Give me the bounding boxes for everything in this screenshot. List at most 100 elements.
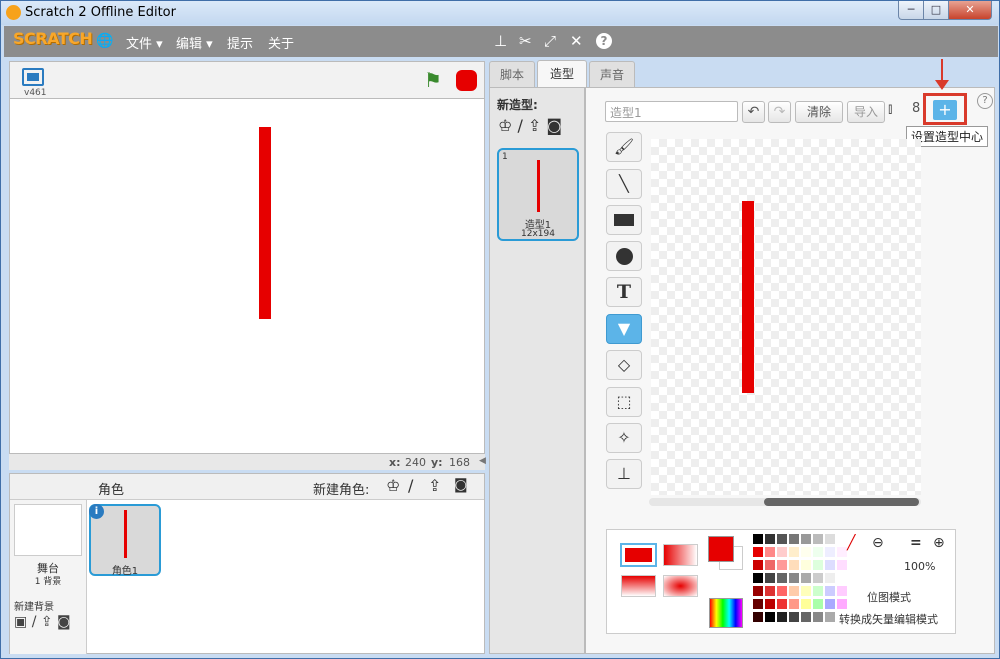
maximize-button[interactable]: □: [923, 1, 949, 20]
palette-swatch[interactable]: [777, 534, 787, 544]
palette-swatch[interactable]: [813, 599, 823, 609]
palette-swatch[interactable]: [813, 573, 823, 583]
paint-costume-icon[interactable]: /: [517, 116, 522, 135]
palette-swatch[interactable]: [765, 560, 775, 570]
stage-sprite-line[interactable]: [259, 127, 271, 319]
camera-sprite-icon[interactable]: ◙: [454, 477, 468, 493]
palette-swatch[interactable]: [789, 560, 799, 570]
paint-backdrop-icon[interactable]: /: [32, 614, 37, 630]
green-flag-icon[interactable]: ⚑: [424, 68, 442, 92]
palette-swatch[interactable]: [801, 586, 811, 596]
palette-swatch[interactable]: [813, 612, 823, 622]
camera-costume-icon[interactable]: ◙: [546, 116, 562, 135]
palette-swatch[interactable]: [813, 534, 823, 544]
cut-icon[interactable]: ✂: [519, 32, 532, 50]
import-button[interactable]: 导入: [847, 101, 885, 123]
palette-swatch[interactable]: [789, 586, 799, 596]
globe-icon[interactable]: 🌐: [96, 33, 113, 49]
ellipse-tool[interactable]: [606, 241, 642, 271]
upload-costume-icon[interactable]: ⇪: [528, 116, 541, 135]
palette-swatch[interactable]: [801, 560, 811, 570]
text-tool[interactable]: T: [606, 277, 642, 307]
stop-icon[interactable]: [456, 70, 477, 91]
camera-backdrop-icon[interactable]: ◙: [57, 614, 71, 630]
backdrop-library-icon[interactable]: ▣: [14, 614, 27, 630]
tab-costumes[interactable]: 造型: [537, 60, 587, 87]
transparent-swatch-icon[interactable]: ╱: [847, 535, 855, 551]
palette-swatch[interactable]: [837, 586, 847, 596]
palette-swatch[interactable]: [813, 547, 823, 557]
palette-swatch[interactable]: [753, 599, 763, 609]
palette-swatch[interactable]: [753, 573, 763, 583]
zoom-out-icon[interactable]: ⊖: [872, 535, 884, 551]
palette-swatch[interactable]: [753, 560, 763, 570]
help-icon[interactable]: ?: [596, 33, 612, 49]
palette-swatch[interactable]: [789, 612, 799, 622]
presentation-mode-icon[interactable]: [22, 68, 44, 86]
eraser-tool[interactable]: ◇: [606, 350, 642, 380]
menu-file[interactable]: 文件 ▾: [126, 33, 163, 52]
fill-horizontal-gradient[interactable]: [663, 544, 698, 566]
palette-swatch[interactable]: [801, 534, 811, 544]
info-icon[interactable]: i: [89, 504, 104, 519]
palette-swatch[interactable]: [825, 586, 835, 596]
drawing-canvas[interactable]: [651, 139, 921, 495]
palette-swatch[interactable]: [753, 547, 763, 557]
costume-thumbnail[interactable]: 1 造型1 12x194: [497, 148, 579, 241]
palette-swatch[interactable]: [777, 560, 787, 570]
redo-button[interactable]: ↷: [768, 101, 791, 123]
palette-swatch[interactable]: [765, 573, 775, 583]
flip-horizontal-icon[interactable]: ⫾: [888, 101, 892, 117]
palette-swatch[interactable]: [777, 586, 787, 596]
palette-swatch[interactable]: [789, 547, 799, 557]
scroll-thumb[interactable]: [764, 498, 919, 506]
palette-swatch[interactable]: [801, 599, 811, 609]
editor-help-icon[interactable]: ?: [977, 93, 993, 109]
line-tool[interactable]: ╲: [606, 169, 642, 199]
sprite-thumbnail[interactable]: 角色1 i: [89, 504, 161, 577]
stage-thumbnail[interactable]: [14, 504, 82, 556]
convert-to-vector-button[interactable]: 转换成矢量编辑模式: [837, 611, 940, 627]
upload-sprite-icon[interactable]: ⇪: [428, 476, 441, 495]
zoom-reset-icon[interactable]: =: [910, 535, 922, 551]
color-picker[interactable]: [709, 598, 743, 628]
menu-about[interactable]: 关于: [268, 33, 294, 52]
flip-vertical-icon[interactable]: 8: [912, 101, 920, 116]
fill-vertical-gradient[interactable]: [621, 575, 656, 597]
palette-swatch[interactable]: [765, 547, 775, 557]
menu-edit[interactable]: 编辑 ▾: [176, 33, 213, 52]
palette-swatch[interactable]: [813, 586, 823, 596]
palette-swatch[interactable]: [789, 534, 799, 544]
palette-swatch[interactable]: [825, 547, 835, 557]
palette-swatch[interactable]: [765, 586, 775, 596]
palette-swatch[interactable]: [825, 573, 835, 583]
palette-swatch[interactable]: [765, 599, 775, 609]
tab-scripts[interactable]: 脚本: [489, 61, 535, 87]
remove-background-tool[interactable]: ✧: [606, 423, 642, 453]
fill-solid-option[interactable]: [620, 543, 657, 567]
select-tool[interactable]: ⬚: [606, 387, 642, 417]
palette-swatch[interactable]: [825, 560, 835, 570]
rectangle-tool[interactable]: [606, 205, 642, 235]
palette-swatch[interactable]: [777, 599, 787, 609]
stamp-icon[interactable]: ⊥: [494, 32, 507, 50]
menu-tips[interactable]: 提示: [227, 33, 253, 52]
palette-swatch[interactable]: [753, 534, 763, 544]
costume-name-field[interactable]: 造型1: [605, 101, 738, 122]
palette-swatch[interactable]: [765, 612, 775, 622]
palette-swatch[interactable]: [837, 534, 847, 544]
paint-sprite-icon[interactable]: /: [408, 476, 413, 495]
undo-button[interactable]: ↶: [742, 101, 765, 123]
palette-swatch[interactable]: [777, 547, 787, 557]
palette-swatch[interactable]: [801, 612, 811, 622]
palette-swatch[interactable]: [753, 586, 763, 596]
fill-radial-gradient[interactable]: [663, 575, 698, 597]
palette-swatch[interactable]: [801, 573, 811, 583]
palette-swatch[interactable]: [765, 534, 775, 544]
fill-tool[interactable]: ▼: [606, 314, 642, 344]
canvas-sprite-line[interactable]: [742, 201, 754, 393]
palette-swatch[interactable]: [825, 612, 835, 622]
primary-color[interactable]: [708, 536, 734, 562]
palette-swatch[interactable]: [837, 599, 847, 609]
tab-sounds[interactable]: 声音: [589, 61, 635, 87]
